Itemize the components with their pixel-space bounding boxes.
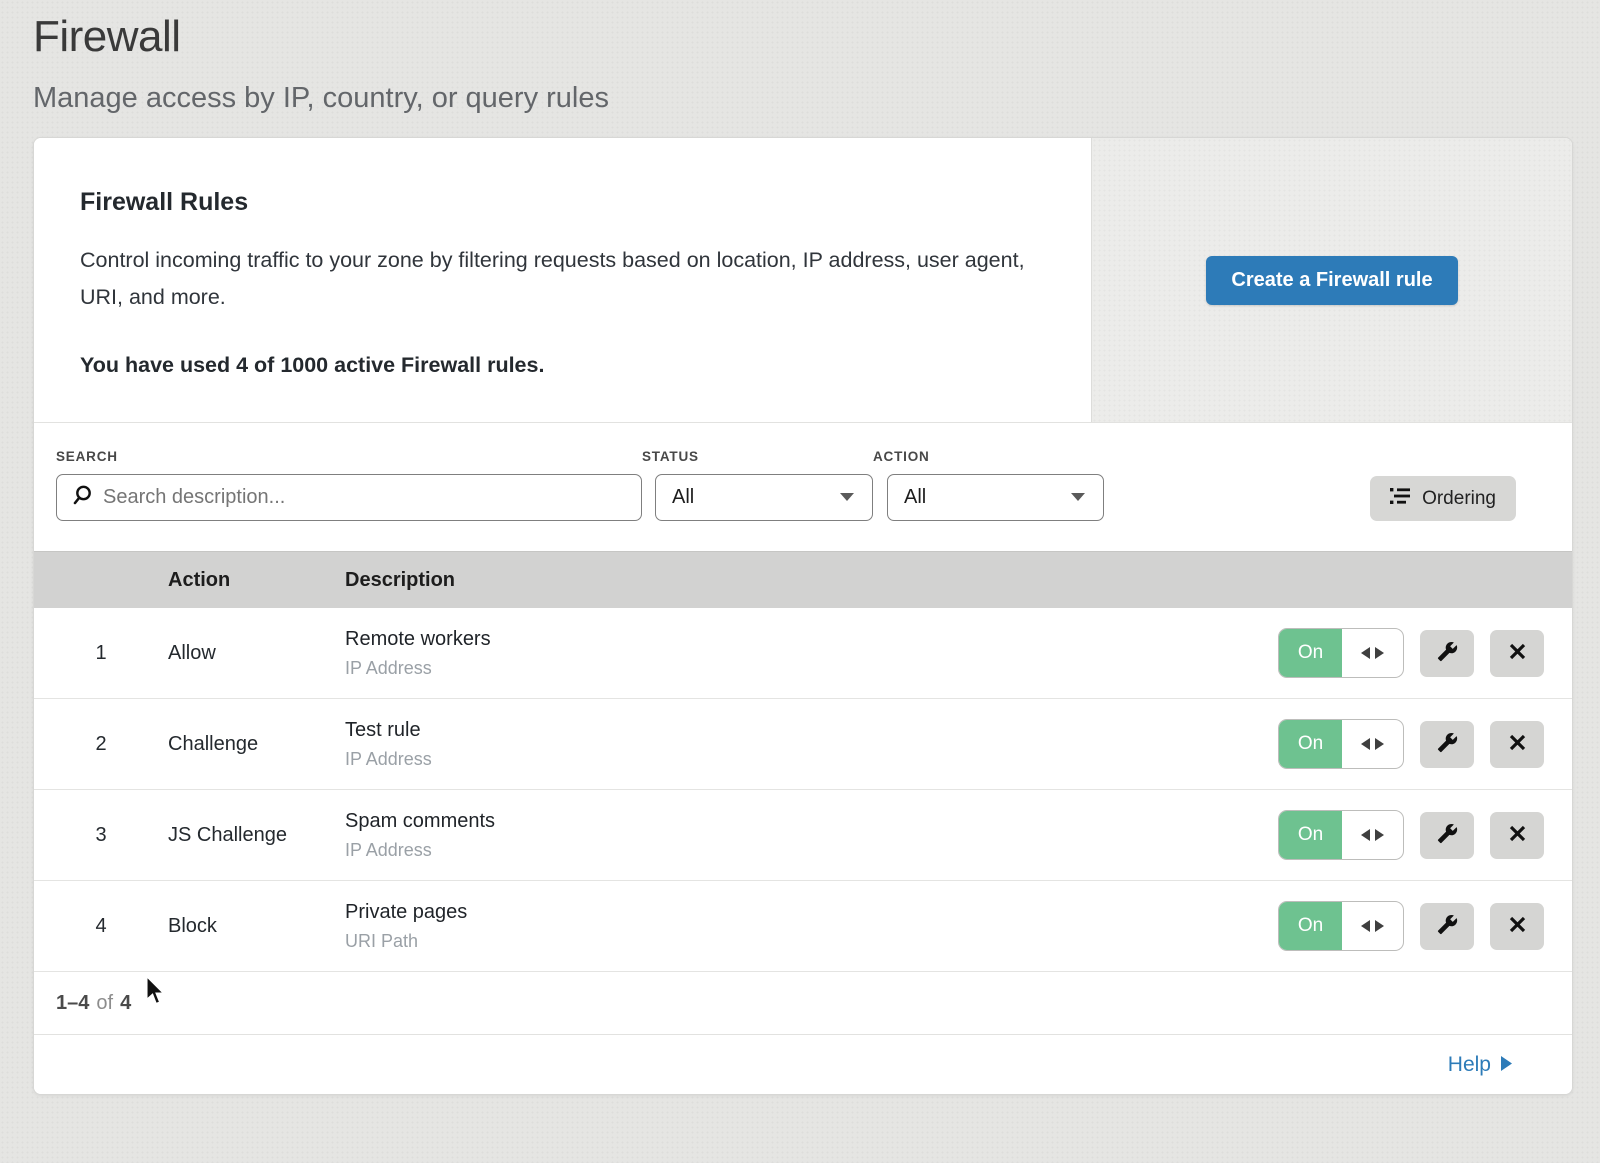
action-select[interactable]: All xyxy=(887,474,1104,521)
rule-enabled-toggle[interactable]: On xyxy=(1278,810,1404,860)
search-box xyxy=(56,474,642,521)
status-label: STATUS xyxy=(642,449,873,464)
rule-match-type: IP Address xyxy=(345,840,1242,861)
create-firewall-rule-button[interactable]: Create a Firewall rule xyxy=(1206,256,1457,305)
chevron-down-icon xyxy=(838,486,856,509)
help-link[interactable]: Help xyxy=(1448,1053,1512,1077)
rule-match-type: IP Address xyxy=(345,749,1242,770)
rule-enabled-toggle[interactable]: On xyxy=(1278,719,1404,769)
wrench-icon xyxy=(1437,732,1458,756)
table-row: 1 Allow Remote workers IP Address On xyxy=(34,608,1572,699)
search-input[interactable] xyxy=(103,486,627,509)
toggle-arrows-icon xyxy=(1342,720,1403,768)
filter-bar: SEARCH STATUS All ACTION All xyxy=(34,422,1572,551)
rule-enabled-toggle[interactable]: On xyxy=(1278,901,1404,951)
chevron-down-icon xyxy=(1069,486,1087,509)
ordering-button[interactable]: Ordering xyxy=(1370,476,1516,521)
close-icon xyxy=(1509,916,1526,936)
rule-description-cell: Private pages URI Path xyxy=(345,901,1242,952)
rule-controls: On xyxy=(1242,719,1572,769)
rule-action: Block xyxy=(168,915,345,938)
action-select-value: All xyxy=(904,486,926,509)
toggle-arrows-icon xyxy=(1342,629,1403,677)
ordered-list-icon xyxy=(1390,487,1411,511)
status-select[interactable]: All xyxy=(655,474,873,521)
rule-priority: 1 xyxy=(34,642,168,665)
edit-rule-button[interactable] xyxy=(1420,721,1474,768)
firewall-page: { "colors": { "accent_blue": "#2d7bb8", … xyxy=(0,0,1600,1163)
table-row: 2 Challenge Test rule IP Address On xyxy=(34,699,1572,790)
rule-description-cell: Test rule IP Address xyxy=(345,719,1242,770)
rule-description-cell: Spam comments IP Address xyxy=(345,810,1242,861)
rule-description: Private pages xyxy=(345,901,1242,924)
create-rule-panel: Create a Firewall rule xyxy=(1091,138,1572,422)
toggle-on-label: On xyxy=(1279,902,1342,950)
wrench-icon xyxy=(1437,914,1458,938)
search-group: SEARCH xyxy=(56,449,642,521)
pagination-range: 1–4 xyxy=(56,992,89,1015)
rule-priority: 4 xyxy=(34,915,168,938)
table-row: 4 Block Private pages URI Path On xyxy=(34,881,1572,972)
rule-controls: On xyxy=(1242,810,1572,860)
firewall-rules-usage: You have used 4 of 1000 active Firewall … xyxy=(80,353,1031,378)
wrench-icon xyxy=(1437,823,1458,847)
rule-description: Remote workers xyxy=(345,628,1242,651)
help-arrow-icon xyxy=(1500,1053,1512,1077)
page-header: Firewall Manage access by IP, country, o… xyxy=(0,0,1600,115)
rule-controls: On xyxy=(1242,628,1572,678)
rule-description-cell: Remote workers IP Address xyxy=(345,628,1242,679)
pagination: 1–4 of 4 xyxy=(34,972,1572,1035)
firewall-card: Firewall Rules Control incoming traffic … xyxy=(33,137,1573,1095)
header-action: Action xyxy=(168,569,345,592)
page-subtitle: Manage access by IP, country, or query r… xyxy=(33,82,1600,115)
action-group: ACTION All xyxy=(873,449,1104,521)
close-icon xyxy=(1509,643,1526,663)
toggle-arrows-icon xyxy=(1342,902,1403,950)
pagination-total: 4 xyxy=(120,992,131,1015)
delete-rule-button[interactable] xyxy=(1490,721,1544,768)
toggle-on-label: On xyxy=(1279,720,1342,768)
toggle-on-label: On xyxy=(1279,629,1342,677)
edit-rule-button[interactable] xyxy=(1420,812,1474,859)
rule-description: Spam comments xyxy=(345,810,1242,833)
close-icon xyxy=(1509,734,1526,754)
rule-description: Test rule xyxy=(345,719,1242,742)
edit-rule-button[interactable] xyxy=(1420,903,1474,950)
delete-rule-button[interactable] xyxy=(1490,630,1544,677)
search-icon xyxy=(71,484,93,511)
page-title: Firewall xyxy=(33,12,1600,62)
delete-rule-button[interactable] xyxy=(1490,812,1544,859)
toggle-on-label: On xyxy=(1279,811,1342,859)
action-label: ACTION xyxy=(873,449,1104,464)
status-group: STATUS All xyxy=(642,449,873,521)
edit-rule-button[interactable] xyxy=(1420,630,1474,677)
status-select-value: All xyxy=(672,486,694,509)
rule-action: Allow xyxy=(168,642,345,665)
search-label: SEARCH xyxy=(56,449,642,464)
rule-priority: 2 xyxy=(34,733,168,756)
ordering-button-label: Ordering xyxy=(1422,488,1496,510)
firewall-rules-section: Firewall Rules Control incoming traffic … xyxy=(34,138,1572,422)
rule-action: JS Challenge xyxy=(168,824,345,847)
rule-action: Challenge xyxy=(168,733,345,756)
header-description: Description xyxy=(345,569,1242,592)
wrench-icon xyxy=(1437,641,1458,665)
rule-priority: 3 xyxy=(34,824,168,847)
table-header: Action Description xyxy=(34,551,1572,608)
close-icon xyxy=(1509,825,1526,845)
rule-match-type: URI Path xyxy=(345,931,1242,952)
card-footer: Help xyxy=(34,1035,1572,1094)
delete-rule-button[interactable] xyxy=(1490,903,1544,950)
help-link-label: Help xyxy=(1448,1053,1491,1077)
firewall-rules-info: Firewall Rules Control incoming traffic … xyxy=(34,138,1091,422)
firewall-rules-title: Firewall Rules xyxy=(80,188,1031,217)
firewall-rules-description: Control incoming traffic to your zone by… xyxy=(80,242,1030,316)
rule-match-type: IP Address xyxy=(345,658,1242,679)
rule-enabled-toggle[interactable]: On xyxy=(1278,628,1404,678)
toggle-arrows-icon xyxy=(1342,811,1403,859)
rule-controls: On xyxy=(1242,901,1572,951)
table-row: 3 JS Challenge Spam comments IP Address … xyxy=(34,790,1572,881)
pagination-of: of xyxy=(96,992,113,1015)
